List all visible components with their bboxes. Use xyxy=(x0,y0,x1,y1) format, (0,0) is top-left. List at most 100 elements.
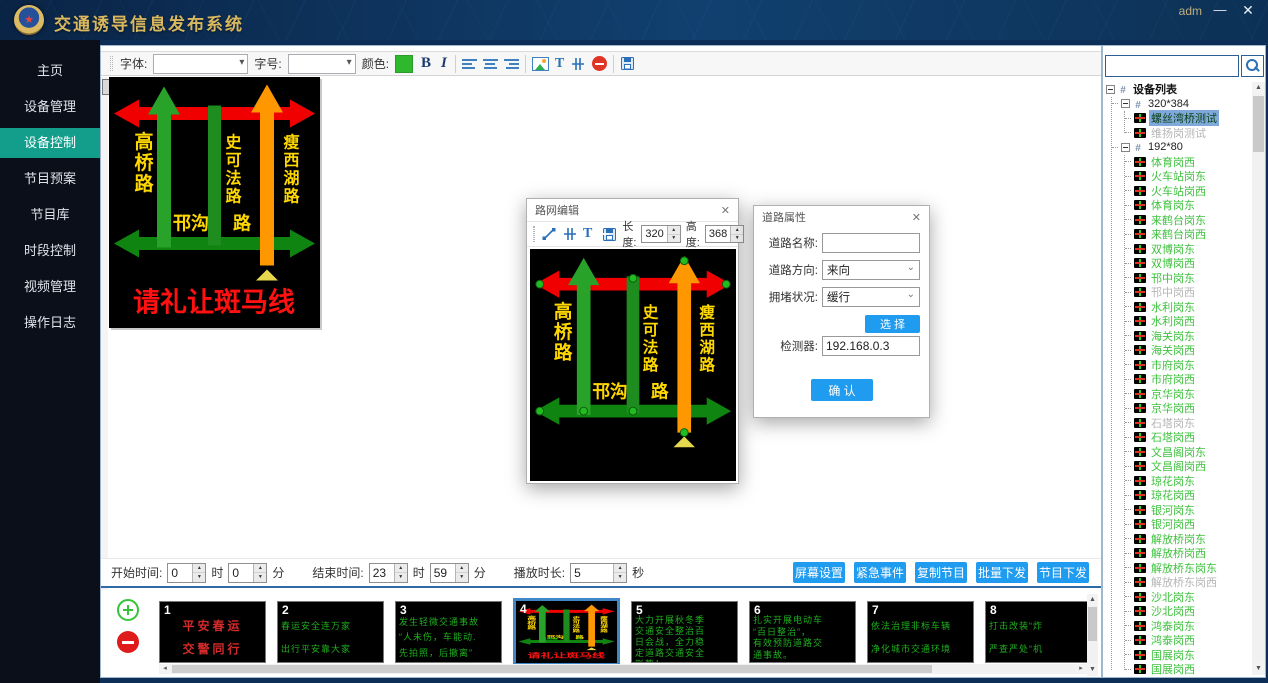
spinner-arrows[interactable] xyxy=(667,226,680,242)
program-text: 打击改装“炸严查严处“机 xyxy=(986,615,1087,661)
dialog-title-bar[interactable]: 道路属性 xyxy=(754,206,929,228)
canvas-scrollbar[interactable] xyxy=(101,77,108,597)
height-spinner[interactable]: 368 xyxy=(705,225,744,243)
spinner-arrows[interactable] xyxy=(613,564,626,582)
action-button[interactable]: 紧急事件 xyxy=(854,562,906,583)
start-time-label: 开始时间: xyxy=(111,564,162,581)
user-label: adm xyxy=(1179,4,1202,18)
device-item[interactable]: 国展岗西 xyxy=(1149,661,1197,675)
end-hour-spinner[interactable]: 23 xyxy=(369,563,408,583)
align-left-icon[interactable] xyxy=(462,57,477,71)
font-label: 字体: xyxy=(120,55,147,72)
device-tree-scrollbar[interactable]: ▲▼ xyxy=(1252,82,1265,675)
tree-expand-icon[interactable] xyxy=(1121,99,1130,108)
start-minute-spinner[interactable]: 0 xyxy=(228,563,267,583)
program-thumbnail[interactable]: 2春运安全连万家出行平安靠大家 xyxy=(277,601,384,663)
tree-group-label[interactable]: 320*384 xyxy=(1146,98,1191,110)
program-number: 8 xyxy=(990,603,997,617)
spinner-arrows[interactable] xyxy=(730,226,743,242)
length-spinner[interactable]: 320 xyxy=(641,225,680,243)
italic-button[interactable]: I xyxy=(439,55,449,72)
congestion-select[interactable]: 缓行 xyxy=(822,287,920,307)
congestion-label: 拥堵状况: xyxy=(754,289,818,305)
align-right-icon[interactable] xyxy=(504,57,519,71)
program-number: 1 xyxy=(164,603,171,617)
toolbar-separator xyxy=(525,55,526,73)
program-strip-vertical-scrollbar[interactable]: ▲▼ xyxy=(1087,594,1098,676)
program-strip-horizontal-scrollbar[interactable]: ◂▸ xyxy=(159,664,1087,674)
remove-program-button[interactable] xyxy=(117,631,139,653)
sidebar-item[interactable]: 节目预案 xyxy=(0,164,100,194)
traffic-device-icon xyxy=(1134,635,1146,645)
road-label-right: 瘦西湖路 xyxy=(281,133,300,206)
dialog-title: 路网编辑 xyxy=(535,202,579,218)
editor-canvas[interactable]: 高桥路 史可法路 瘦西湖路 邗沟 路 189米 20 请礼让斑马线 xyxy=(530,249,736,481)
size-select[interactable] xyxy=(288,54,356,74)
add-program-button[interactable] xyxy=(117,599,139,621)
action-button[interactable]: 节目下发 xyxy=(1037,562,1089,583)
sidebar-item[interactable]: 视频管理 xyxy=(0,272,100,302)
select-button[interactable]: 选 择 xyxy=(865,315,920,333)
close-button[interactable] xyxy=(1238,2,1258,20)
confirm-button[interactable]: 确 认 xyxy=(811,379,873,401)
spinner-arrows[interactable] xyxy=(455,564,468,582)
text-tool-icon[interactable]: T xyxy=(555,56,564,72)
spinner-value: 368 xyxy=(706,226,730,242)
road-label-right: 瘦西湖路 xyxy=(598,616,607,633)
tree-expand-icon[interactable] xyxy=(1106,85,1115,94)
sidebar-item[interactable]: 设备管理 xyxy=(0,92,100,122)
toolbar-grip[interactable] xyxy=(533,226,535,242)
program-thumbnail[interactable]: 8打击改装“炸严查严处“机 xyxy=(985,601,1087,663)
road-network-icon[interactable] xyxy=(570,56,586,72)
spinner-arrows[interactable] xyxy=(253,564,266,582)
font-select[interactable] xyxy=(153,54,248,74)
direction-select[interactable]: 来向 xyxy=(822,260,920,280)
align-center-icon[interactable] xyxy=(483,57,498,71)
program-thumbnail[interactable]: 4 高桥路 史可法路 瘦西湖路 邗沟 路 189米 20 请礼让斑马线 xyxy=(513,598,620,666)
traffic-device-icon xyxy=(1134,287,1146,297)
minimize-button[interactable] xyxy=(1210,2,1230,20)
end-minute-spinner[interactable]: 59 xyxy=(430,563,469,583)
tree-group-label[interactable]: 192*80 xyxy=(1146,141,1185,153)
device-item[interactable]: 维扬岗测试 xyxy=(1149,125,1208,141)
direction-value: 来向 xyxy=(827,262,850,278)
program-thumbnail[interactable]: 5大力开展秋冬季交通安全整治百日会战，全力稳定道路交通安全形势！ xyxy=(631,601,738,663)
color-label: 颜色: xyxy=(362,55,389,72)
search-input[interactable] xyxy=(1105,55,1239,77)
search-button[interactable] xyxy=(1241,55,1264,77)
program-thumbnail[interactable]: 3发生轻微交通事故“人未伤，车能动.先拍照，后撤离” xyxy=(395,601,502,663)
delete-icon[interactable] xyxy=(592,56,607,71)
detector-input[interactable] xyxy=(822,336,920,356)
tree-expand-icon[interactable] xyxy=(1121,143,1130,152)
save-icon[interactable] xyxy=(620,56,635,71)
action-button[interactable]: 复制节目 xyxy=(915,562,967,583)
action-button[interactable]: 屏幕设置 xyxy=(793,562,845,583)
sidebar-item[interactable]: 时段控制 xyxy=(0,236,100,266)
sidebar-item[interactable]: 操作日志 xyxy=(0,308,100,338)
bold-button[interactable]: B xyxy=(419,55,433,72)
traffic-device-icon xyxy=(1134,200,1146,210)
action-button[interactable]: 批量下发 xyxy=(976,562,1028,583)
text-tool-icon[interactable]: T xyxy=(583,226,592,242)
duration-spinner[interactable]: 5 xyxy=(570,563,627,583)
sidebar-item[interactable]: 节目库 xyxy=(0,200,100,230)
draw-line-icon[interactable] xyxy=(541,226,557,242)
traffic-device-icon xyxy=(1134,316,1146,326)
road-junction-icon[interactable] xyxy=(562,226,578,242)
start-hour-spinner[interactable]: 0 xyxy=(167,563,206,583)
toolbar-grip[interactable] xyxy=(110,56,113,71)
spinner-arrows[interactable] xyxy=(394,564,407,582)
close-icon[interactable] xyxy=(721,204,730,217)
sidebar-item[interactable]: 主页 xyxy=(0,56,100,86)
program-thumbnail[interactable]: 6扎实开展电动车“百日整治”，有效预防道路交通事故。 xyxy=(749,601,856,663)
program-number: 7 xyxy=(872,603,879,617)
spinner-arrows[interactable] xyxy=(192,564,205,582)
program-thumbnail[interactable]: 7依法治理非标车辆净化城市交通环境 xyxy=(867,601,974,663)
road-name-input[interactable] xyxy=(822,233,920,253)
image-icon[interactable] xyxy=(532,57,549,71)
hour-unit-label: 时 xyxy=(413,564,425,581)
program-thumbnail[interactable]: 1平安春运交警同行 xyxy=(159,601,266,663)
close-icon[interactable] xyxy=(912,211,921,224)
sidebar-item[interactable]: 设备控制 xyxy=(0,128,100,158)
color-swatch[interactable] xyxy=(395,55,413,73)
